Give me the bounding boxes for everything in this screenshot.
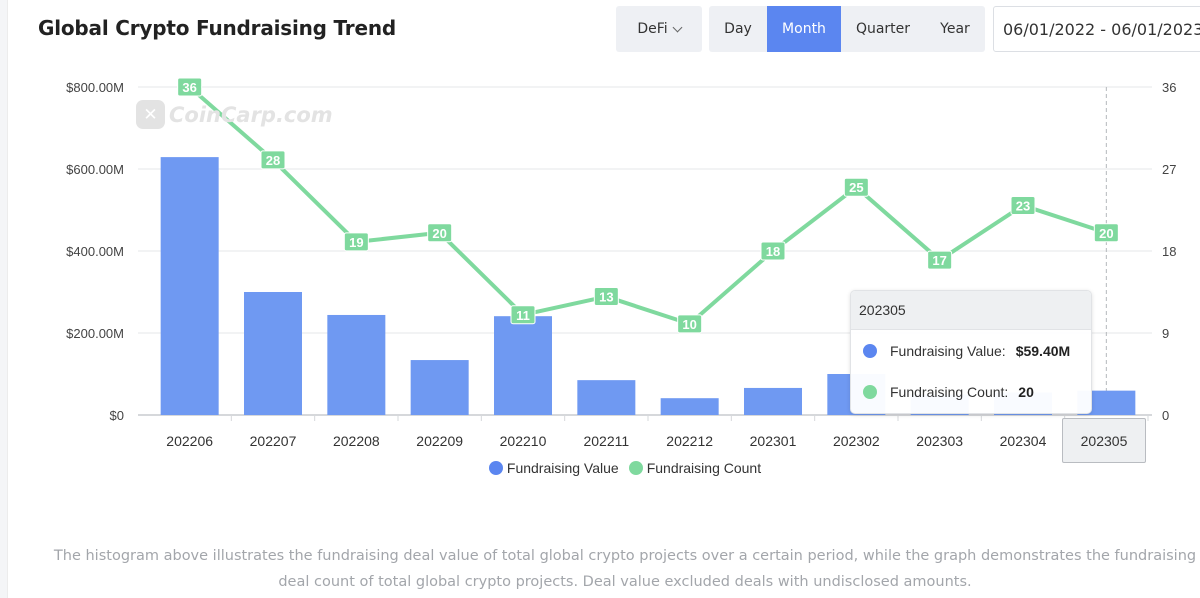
count-dot-icon bbox=[863, 384, 877, 399]
watermark: ✕ CoinCarp.com bbox=[136, 100, 333, 129]
count-data-label: 20 bbox=[427, 223, 453, 243]
x-axis-tick-label: 202302 bbox=[833, 433, 880, 449]
right-axis-tick-label: 18 bbox=[1162, 244, 1176, 259]
legend-item-count[interactable]: Fundraising Count bbox=[628, 460, 762, 476]
count-data-label: 19 bbox=[343, 232, 369, 252]
count-data-label: 23 bbox=[1010, 195, 1036, 215]
tooltip-row-count: Fundraising Count: 20 bbox=[851, 371, 1091, 412]
count-data-label: 17 bbox=[927, 250, 953, 270]
right-axis-tick-label: 27 bbox=[1162, 162, 1176, 177]
count-data-label: 10 bbox=[677, 314, 703, 334]
count-data-label: 28 bbox=[260, 150, 286, 170]
watermark-text: CoinCarp.com bbox=[169, 102, 333, 127]
bar-fundraising-value bbox=[327, 314, 386, 415]
left-axis-tick-label: $400.00M bbox=[66, 244, 124, 259]
chart-legend: Fundraising Value Fundraising Count bbox=[0, 460, 1200, 476]
x-axis-tick-label: 202301 bbox=[750, 433, 797, 449]
legend-count-dot-icon bbox=[628, 461, 643, 475]
data-label-text: 25 bbox=[849, 180, 863, 195]
data-label-text: 20 bbox=[1099, 226, 1113, 241]
legend-item-value[interactable]: Fundraising Value bbox=[488, 460, 619, 476]
x-axis-tick-label: 202209 bbox=[416, 433, 463, 449]
value-dot-icon bbox=[863, 343, 877, 358]
data-label-text: 28 bbox=[266, 153, 280, 168]
x-axis-tick-label: 202206 bbox=[166, 433, 213, 449]
legend-label: Fundraising Count bbox=[646, 460, 762, 476]
count-data-label: 11 bbox=[510, 305, 536, 325]
data-label-text: 10 bbox=[682, 317, 696, 332]
count-data-label: 36 bbox=[177, 77, 203, 97]
data-label-text: 23 bbox=[1016, 198, 1030, 213]
data-label-text: 19 bbox=[349, 235, 363, 250]
left-axis-tick-label: $200.00M bbox=[66, 326, 124, 341]
legend-label: Fundraising Value bbox=[506, 460, 619, 476]
bar-fundraising-value bbox=[577, 380, 636, 415]
legend-value-dot-icon bbox=[488, 461, 503, 475]
tooltip-row-value: Fundraising Value: $59.40M bbox=[851, 330, 1091, 371]
tooltip-value: 20 bbox=[1018, 383, 1034, 400]
data-label-text: 36 bbox=[182, 80, 196, 95]
count-data-label: 20 bbox=[1093, 223, 1119, 243]
x-axis-tick-label: 202212 bbox=[666, 433, 713, 449]
right-axis-tick-label: 9 bbox=[1162, 326, 1169, 341]
bar-fundraising-value bbox=[744, 387, 802, 415]
count-data-label: 13 bbox=[593, 287, 619, 307]
count-data-label: 25 bbox=[843, 177, 869, 197]
x-axis-tick-label: 202207 bbox=[250, 433, 297, 449]
right-axis-tick-label: 0 bbox=[1162, 408, 1169, 423]
x-axis-tick-label: 202210 bbox=[500, 433, 547, 449]
bar-fundraising-value bbox=[410, 360, 469, 415]
count-data-label: 18 bbox=[760, 241, 786, 261]
chart-footnote: The histogram above illustrates the fund… bbox=[53, 548, 1197, 590]
data-label-text: 18 bbox=[766, 244, 780, 259]
data-label-text: 11 bbox=[516, 308, 530, 323]
bar-fundraising-value bbox=[494, 316, 552, 415]
coincarp-logo-icon: ✕ bbox=[136, 100, 165, 129]
x-axis-tick-label: 202208 bbox=[333, 433, 380, 449]
left-axis-tick-label: $800.00M bbox=[66, 80, 124, 95]
tooltip-label: Fundraising Count: bbox=[890, 383, 1009, 400]
bar-fundraising-value bbox=[160, 157, 219, 416]
tooltip-value: $59.40M bbox=[1015, 342, 1071, 359]
left-axis-tick-label: $600.00M bbox=[66, 162, 124, 177]
x-axis-tick-label: 202211 bbox=[583, 433, 629, 449]
bar-fundraising-value bbox=[244, 292, 302, 415]
left-axis-tick-label: $0 bbox=[110, 408, 124, 423]
data-label-text: 20 bbox=[432, 226, 446, 241]
tooltip-label: Fundraising Value: bbox=[890, 342, 1006, 359]
right-axis-tick-label: 36 bbox=[1162, 80, 1176, 95]
chart-tooltip: 202305 Fundraising Value: $59.40M Fundra… bbox=[850, 290, 1092, 414]
bar-fundraising-value bbox=[660, 398, 719, 415]
data-label-text: 13 bbox=[599, 290, 613, 305]
x-axis-tick-label: 202304 bbox=[1000, 433, 1047, 449]
data-label-text: 17 bbox=[932, 253, 946, 268]
x-axis-tick-label: 202303 bbox=[916, 433, 963, 449]
axis-pointer-label: 202305 bbox=[1062, 418, 1146, 463]
tooltip-title: 202305 bbox=[851, 291, 1091, 330]
